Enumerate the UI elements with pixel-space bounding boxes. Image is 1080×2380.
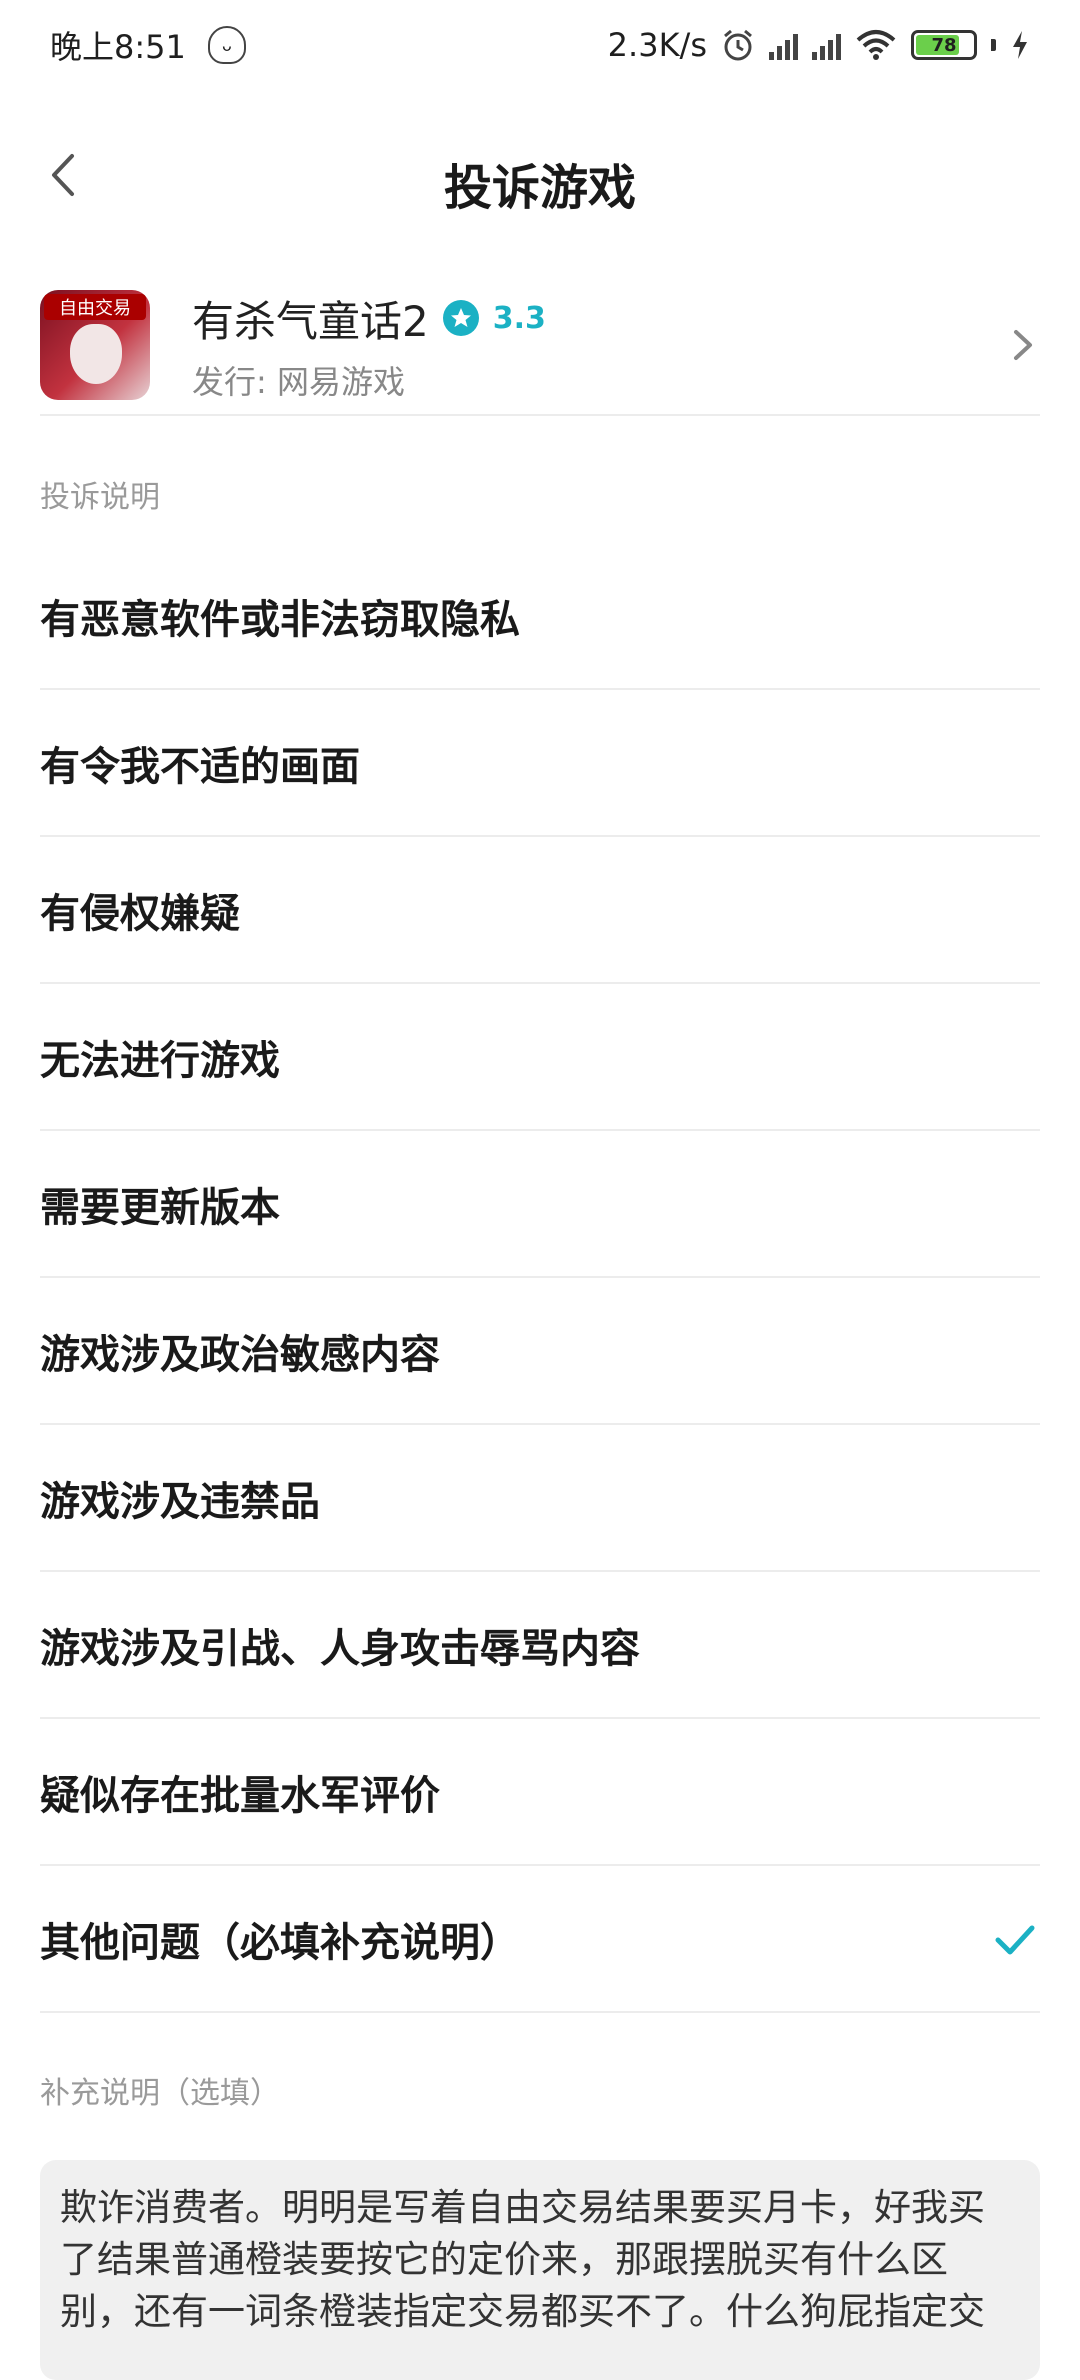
option-label: 需要更新版本 [40,1184,280,1231]
game-icon-badge: 自由交易 [44,294,146,320]
option-infringement[interactable]: 有侵权嫌疑 [40,837,1040,984]
charging-icon [1013,31,1027,59]
option-political-content[interactable]: 游戏涉及政治敏感内容 [40,1278,1040,1425]
complaint-section-label: 投诉说明 [40,480,160,515]
star-icon [442,300,479,336]
battery-tip [991,39,996,51]
option-contraband[interactable]: 游戏涉及违禁品 [40,1425,1040,1572]
option-label: 有侵权嫌疑 [40,890,240,937]
option-abuse-content[interactable]: 游戏涉及引战、人身攻击辱骂内容 [40,1572,1040,1719]
nav-bar: 投诉游戏 [0,130,1080,220]
notification-app-icon: ᴗ [207,26,246,64]
game-card[interactable]: 自由交易 有杀气童话2 3.3 发行: 网易游戏 [40,275,1040,415]
option-label: 有恶意软件或非法窃取隐私 [40,596,520,643]
game-info: 有杀气童话2 3.3 发行: 网易游戏 [192,288,1006,403]
option-label: 其他问题（必填补充说明） [40,1919,520,1966]
game-icon: 自由交易 [40,290,150,400]
battery-icon: 78 [911,30,977,60]
page-title: 投诉游戏 [443,160,636,216]
checkmark-icon [995,1925,1035,1954]
status-left: 晚上8:51 ᴗ [50,22,246,68]
option-label: 无法进行游戏 [40,1037,280,1084]
status-time: 晚上8:51 [50,28,186,66]
option-label: 疑似存在批量水军评价 [40,1772,440,1819]
signal-icon-1 [769,30,798,60]
alarm-icon [724,29,752,61]
game-name: 有杀气童话2 [192,296,429,346]
battery-level: 78 [931,34,957,56]
option-label: 游戏涉及违禁品 [40,1478,320,1525]
supplement-textarea[interactable]: 欺诈消费者。明明是写着自由交易结果要买月卡，好我买了结果普通橙装要按它的定价来，… [40,2160,1040,2380]
option-label: 游戏涉及政治敏感内容 [40,1331,440,1378]
game-publisher: 发行: 网易游戏 [192,362,405,401]
option-label: 游戏涉及引战、人身攻击辱骂内容 [40,1625,640,1672]
option-other[interactable]: 其他问题（必填补充说明） [40,1866,1040,2013]
status-bar: 晚上8:51 ᴗ 2.3K/s 78 [0,0,1080,90]
option-malware[interactable]: 有恶意软件或非法窃取隐私 [40,543,1040,690]
option-fake-reviews[interactable]: 疑似存在批量水军评价 [40,1719,1040,1866]
chevron-right-icon [1014,330,1032,360]
status-right: 2.3K/s 78 [608,26,1030,64]
wifi-icon [856,30,896,60]
signal-icon-2 [812,30,841,60]
supplement-text: 欺诈消费者。明明是写着自由交易结果要买月卡，好我买了结果普通橙装要按它的定价来，… [60,2186,985,2333]
game-title-row: 有杀气童话2 3.3 [192,288,1006,349]
supplement-label: 补充说明（选填） [40,2076,280,2111]
divider [40,414,1040,416]
game-rating: 3.3 [492,300,546,336]
option-needs-update[interactable]: 需要更新版本 [40,1131,1040,1278]
game-icon-character [70,324,122,384]
network-speed: 2.3K/s [607,26,707,64]
option-label: 有令我不适的画面 [40,743,360,790]
option-cannot-play[interactable]: 无法进行游戏 [40,984,1040,1131]
option-disturbing-content[interactable]: 有令我不适的画面 [40,690,1040,837]
